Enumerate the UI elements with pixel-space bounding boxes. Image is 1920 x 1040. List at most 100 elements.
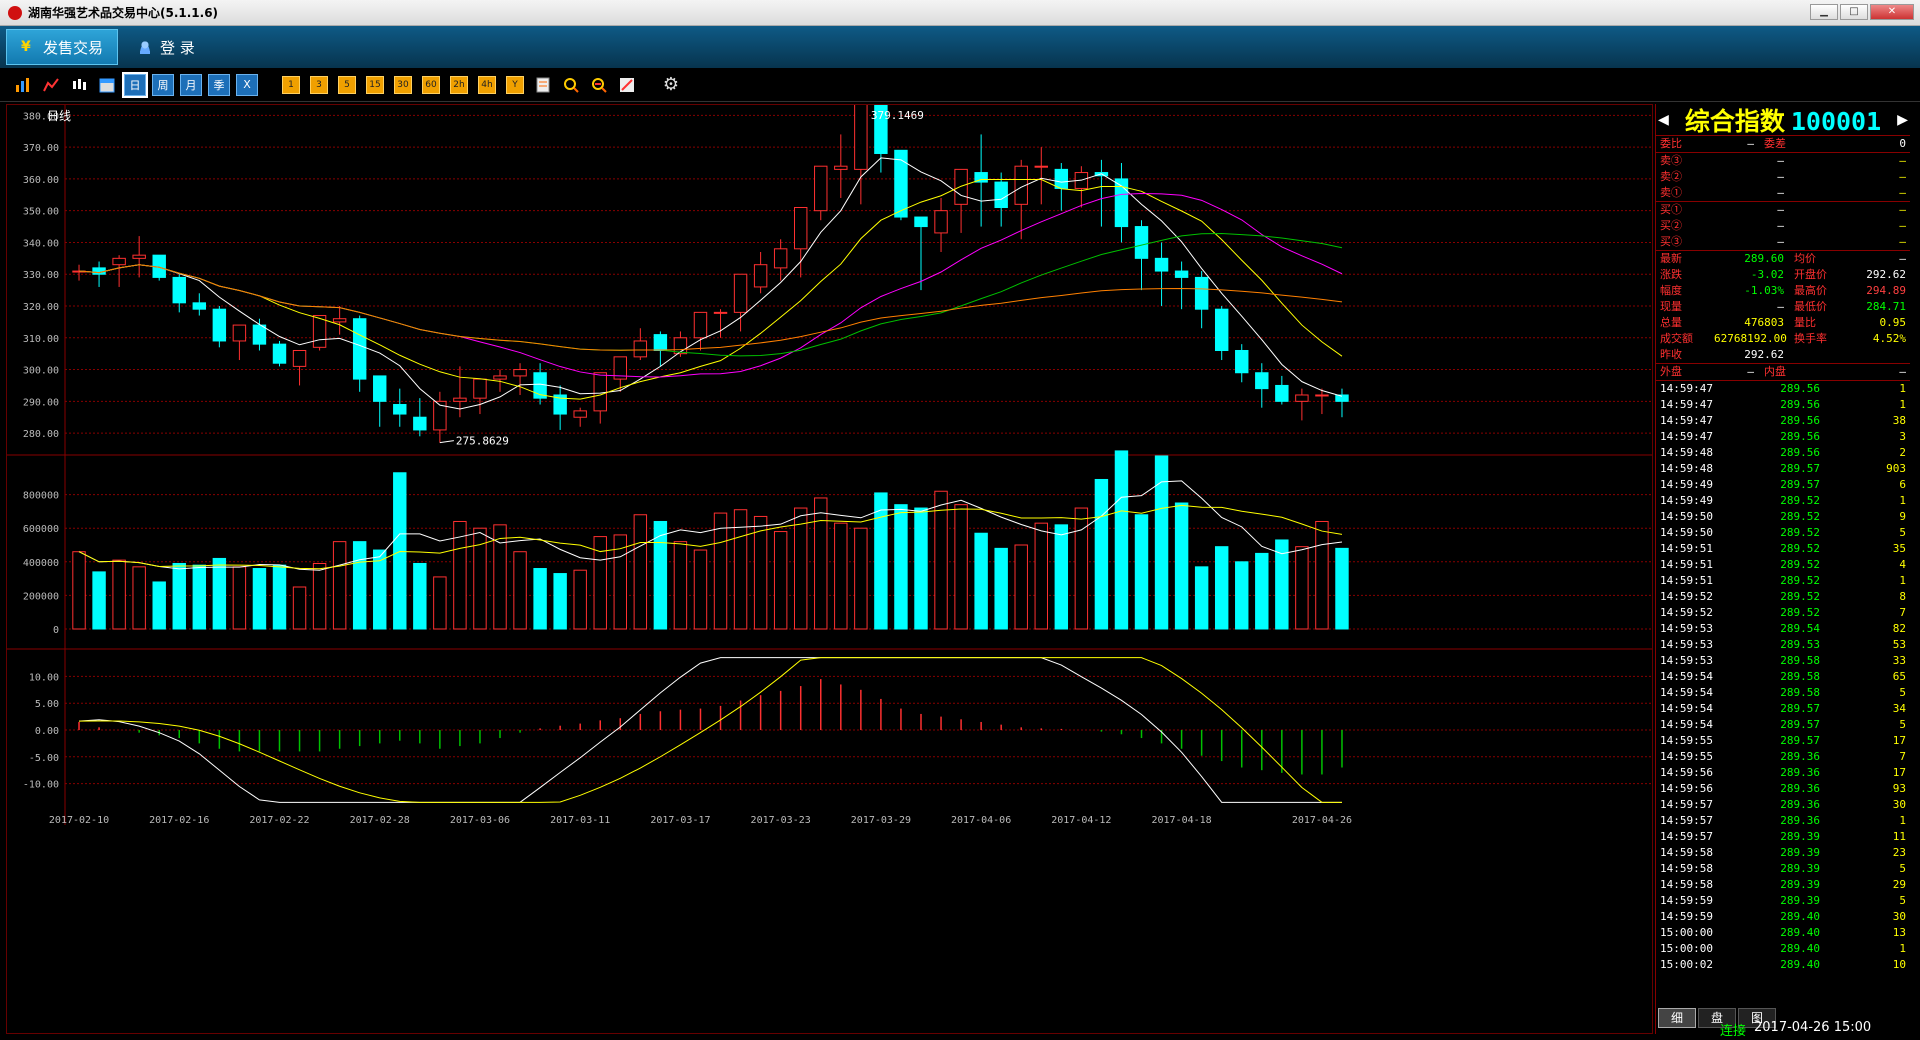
candle-body (713, 311, 728, 314)
tick-time: 14:59:47 (1660, 382, 1713, 395)
draw-line-icon[interactable] (616, 74, 638, 96)
price-tick-label: 320.00 (23, 302, 59, 313)
window-titlebar: 湖南华强艺术品交易中心(5.1.1.6) ▁ □ ✕ (0, 0, 1920, 26)
minute-15-button[interactable]: 15 (366, 75, 384, 94)
inner-value: — (1899, 365, 1906, 378)
date-tick-label: 2017-02-10 (49, 815, 109, 826)
outer-value: — (1747, 365, 1754, 378)
stat-value-2 (1846, 347, 1906, 363)
connection-status: 连接 (1720, 1024, 1747, 1039)
candle-body (493, 375, 507, 380)
notepad-icon[interactable] (532, 74, 554, 96)
gear-icon[interactable]: ⚙ (660, 74, 682, 96)
tick-volume: 29 (1892, 878, 1906, 891)
bar-chart-icon[interactable] (12, 74, 34, 96)
volume-bar (152, 581, 166, 630)
candle-body (393, 404, 407, 415)
minute-30-button[interactable]: 30 (394, 75, 412, 94)
volume-bar (1214, 546, 1229, 630)
level-label: 买② (1660, 219, 1682, 232)
kline-chart[interactable]: 380.00 370.00 360.00 350.00 340.00 330.00 320.… (6, 104, 1653, 1034)
candle-body (693, 311, 708, 339)
tick-row: 14:59:54 289.58 65 (1656, 669, 1910, 685)
tick-price: 289.52 (1780, 558, 1820, 571)
tick-price: 289.52 (1780, 590, 1820, 603)
close-icon[interactable]: ✕ (1870, 4, 1914, 20)
candle-body (232, 324, 247, 342)
volume-bar (1054, 524, 1069, 630)
next-instrument-icon[interactable]: ▶ (1897, 109, 1908, 130)
volume-bar (1074, 507, 1089, 630)
maximize-icon[interactable]: □ (1840, 4, 1868, 20)
candle-body (773, 248, 788, 269)
period-custom-button[interactable]: X (236, 73, 258, 96)
tab-sale-trading[interactable]: ¥ 发售交易 (6, 29, 119, 65)
tick-volume: 35 (1892, 542, 1906, 555)
volume-bar (413, 562, 427, 630)
volume-bar (894, 504, 908, 630)
period-day-button[interactable]: 日 (122, 71, 148, 98)
zoom-in-icon[interactable] (560, 74, 582, 96)
tick-time: 14:59:57 (1660, 814, 1713, 827)
tick-price: 289.58 (1780, 654, 1820, 667)
tab-login[interactable]: 登 录 (124, 29, 209, 65)
line-chart-icon[interactable] (40, 74, 62, 96)
hour-4-button[interactable]: 4h (478, 75, 496, 94)
tick-volume: 9 (1899, 510, 1906, 523)
tick-time: 14:59:56 (1660, 766, 1713, 779)
tick-price: 289.52 (1780, 494, 1820, 507)
candle-body (192, 302, 207, 310)
tick-volume: 7 (1899, 606, 1906, 619)
low-marker: 275.8629 (456, 435, 509, 448)
tick-time: 14:59:59 (1660, 910, 1713, 923)
calendar-icon[interactable] (96, 74, 118, 96)
tick-volume: 4 (1899, 558, 1906, 571)
volume-bar (533, 568, 547, 630)
tab-login-label: 登 录 (160, 38, 195, 57)
hour-2-button[interactable]: 2h (450, 75, 468, 94)
volume-bar (393, 472, 407, 630)
minute-5-button[interactable]: 5 (338, 75, 356, 94)
tick-row: 14:59:50 289.52 5 (1656, 525, 1910, 541)
stat-label: 最新 (1660, 252, 1682, 265)
tick-row: 14:59:53 289.53 53 (1656, 637, 1910, 653)
prev-instrument-icon[interactable]: ◀ (1658, 109, 1669, 130)
volume-bar (1295, 546, 1309, 630)
tick-volume: 5 (1899, 526, 1906, 539)
outer-inner-group: 外盘 — 内盘 — (1656, 364, 1910, 381)
inner-label: 内盘 (1764, 365, 1786, 378)
macd-tick-label: 0.00 (35, 726, 59, 737)
stat-label-2: 均价 (1794, 252, 1816, 265)
tick-volume: 82 (1892, 622, 1906, 635)
tick-volume: 5 (1899, 686, 1906, 699)
ma20-line (78, 193, 1343, 378)
volume-bar (433, 576, 447, 630)
sell-book: 卖③ — — 卖② — — 卖① — — (1656, 153, 1910, 202)
volume-tick-label: 0 (53, 625, 59, 636)
minute-3-button[interactable]: 3 (310, 75, 328, 94)
period-quarter-button[interactable]: 季 (208, 73, 230, 96)
period-month-button[interactable]: 月 (180, 73, 202, 96)
tick-row: 14:59:48 289.56 2 (1656, 445, 1910, 461)
year-button[interactable]: Y (506, 75, 524, 94)
candlestick-icon[interactable] (68, 74, 90, 96)
minimize-icon[interactable]: ▁ (1810, 4, 1838, 20)
tab-detail[interactable]: 细 (1658, 1008, 1696, 1028)
minute-60-button[interactable]: 60 (422, 75, 440, 94)
level-price: — (1777, 170, 1784, 183)
tick-time: 14:59:51 (1660, 542, 1713, 555)
period-week-button[interactable]: 周 (152, 73, 174, 96)
candle-body (272, 343, 287, 364)
trade-ticks-list[interactable]: 14:59:47 289.56 1 14:59:47 289.56 1 14:59:47 28… (1656, 381, 1910, 973)
volume-bar (954, 504, 968, 630)
minute-1-button[interactable]: 1 (282, 75, 300, 94)
tick-price: 289.56 (1780, 382, 1820, 395)
candle-body (1154, 257, 1169, 272)
tick-time: 15:00:02 (1660, 958, 1713, 971)
zoom-out-icon[interactable] (588, 74, 610, 96)
tick-volume: 7 (1899, 750, 1906, 763)
tick-volume: 1 (1899, 942, 1906, 955)
order-ratio-group: 委比 — 委差 0 (1656, 136, 1910, 153)
tick-volume: 17 (1892, 734, 1906, 747)
tick-time: 14:59:51 (1660, 574, 1713, 587)
